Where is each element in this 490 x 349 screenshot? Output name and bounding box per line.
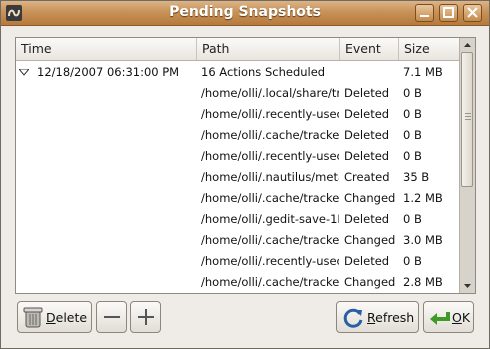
column-header-size[interactable]: Size bbox=[399, 38, 460, 60]
snapshot-tree-view[interactable]: Time Path Event Size 12/18/2007 06:31:00… bbox=[15, 37, 476, 294]
title-bar[interactable]: Pending Snapshots bbox=[1, 1, 489, 26]
minimize-icon bbox=[420, 15, 429, 17]
scroll-up-arrow-icon[interactable] bbox=[461, 38, 474, 52]
table-row[interactable]: /home/olli/.cache/tracker Changed 3.0 MB bbox=[16, 230, 460, 251]
close-button[interactable] bbox=[463, 4, 482, 22]
table-row[interactable]: /home/olli/.cache/tracker Deleted 0 B bbox=[16, 125, 460, 146]
refresh-icon bbox=[343, 308, 363, 328]
row-path: /home/olli/.recently-usec bbox=[201, 149, 339, 163]
row-event: Deleted bbox=[344, 128, 390, 142]
row-path: /home/olli/.cache/tracker bbox=[201, 191, 339, 205]
row-size: 3.0 MB bbox=[403, 233, 443, 247]
plus-icon bbox=[138, 309, 154, 325]
group-size: 7.1 MB bbox=[403, 65, 443, 79]
ok-button[interactable]: OK bbox=[423, 301, 474, 333]
ok-check-icon bbox=[430, 312, 450, 325]
table-row[interactable]: /home/olli/.cache/tracker Changed 2.8 MB bbox=[16, 272, 460, 293]
row-event: Deleted bbox=[344, 254, 390, 268]
table-row[interactable]: /home/olli/.recently-usec Deleted 0 B bbox=[16, 146, 460, 167]
maximize-icon bbox=[443, 7, 454, 18]
row-event: Changed bbox=[344, 275, 396, 289]
minimize-button[interactable] bbox=[415, 4, 434, 22]
table-row[interactable]: /home/olli/.cache/tracker Changed 1.2 MB bbox=[16, 188, 460, 209]
row-event: Deleted bbox=[344, 86, 390, 100]
delete-button[interactable]: Delete bbox=[17, 301, 92, 333]
column-header-bar: Time Path Event Size bbox=[16, 38, 460, 61]
group-path: 16 Actions Scheduled bbox=[201, 65, 326, 79]
group-time: 12/18/2007 06:31:00 PM bbox=[37, 65, 180, 79]
row-size: 0 B bbox=[403, 149, 422, 163]
row-size: 35 B bbox=[403, 170, 430, 184]
scroll-down-arrow-icon[interactable] bbox=[461, 279, 474, 293]
row-path: /home/olli/.cache/tracker bbox=[201, 128, 339, 142]
column-header-time[interactable]: Time bbox=[16, 38, 197, 60]
row-path: /home/olli/.recently-usec bbox=[201, 107, 339, 121]
vertical-scrollbar[interactable] bbox=[459, 38, 475, 293]
ok-label: OK bbox=[452, 310, 471, 325]
row-path: /home/olli/.nautilus/meta bbox=[201, 170, 339, 184]
row-path: /home/olli/.local/share/tr bbox=[201, 86, 339, 100]
row-size: 1.2 MB bbox=[403, 191, 443, 205]
refresh-button[interactable]: Refresh bbox=[336, 301, 419, 333]
row-path: /home/olli/.cache/tracker bbox=[201, 275, 339, 289]
row-path: /home/olli/.cache/tracker bbox=[201, 233, 339, 247]
add-button[interactable] bbox=[130, 301, 161, 333]
table-row[interactable]: /home/olli/.recently-usec Deleted 0 B bbox=[16, 104, 460, 125]
remove-button[interactable] bbox=[96, 301, 127, 333]
expander-down-icon[interactable] bbox=[19, 69, 29, 76]
row-path: /home/olli/.gedit-save-1F bbox=[201, 212, 339, 226]
grip-line bbox=[465, 113, 471, 114]
table-row[interactable]: /home/olli/.gedit-save-1F Deleted 0 B bbox=[16, 209, 460, 230]
row-event: Deleted bbox=[344, 212, 390, 226]
table-row[interactable]: /home/olli/.recently-usec Deleted 0 B bbox=[16, 251, 460, 272]
row-size: 0 B bbox=[403, 128, 422, 142]
column-header-event[interactable]: Event bbox=[340, 38, 399, 60]
grip-line bbox=[465, 116, 471, 117]
scrollbar-thumb[interactable] bbox=[461, 52, 473, 187]
grip-line bbox=[465, 119, 471, 120]
row-size: 2.8 MB bbox=[403, 275, 443, 289]
row-size: 0 B bbox=[403, 254, 422, 268]
maximize-button[interactable] bbox=[439, 4, 458, 22]
delete-label: Delete bbox=[46, 310, 88, 325]
row-event: Changed bbox=[344, 191, 396, 205]
row-path: /home/olli/.recently-usec bbox=[201, 254, 339, 268]
close-icon bbox=[467, 7, 478, 18]
column-header-path[interactable]: Path bbox=[197, 38, 340, 60]
row-event: Created bbox=[344, 170, 390, 184]
row-event: Changed bbox=[344, 233, 396, 247]
table-row[interactable]: /home/olli/.local/share/tr Deleted 0 B bbox=[16, 83, 460, 104]
table-row[interactable]: /home/olli/.nautilus/meta Created 35 B bbox=[16, 167, 460, 188]
row-event: Deleted bbox=[344, 149, 390, 163]
group-row[interactable]: 12/18/2007 06:31:00 PM 16 Actions Schedu… bbox=[16, 62, 460, 83]
trash-icon bbox=[23, 307, 43, 328]
row-event: Deleted bbox=[344, 107, 390, 121]
minus-icon bbox=[104, 316, 120, 318]
row-size: 0 B bbox=[403, 86, 422, 100]
pending-snapshots-window: Pending Snapshots Time Path Event Size 1… bbox=[0, 0, 490, 349]
refresh-label: Refresh bbox=[367, 310, 415, 325]
row-size: 0 B bbox=[403, 107, 422, 121]
row-size: 0 B bbox=[403, 212, 422, 226]
